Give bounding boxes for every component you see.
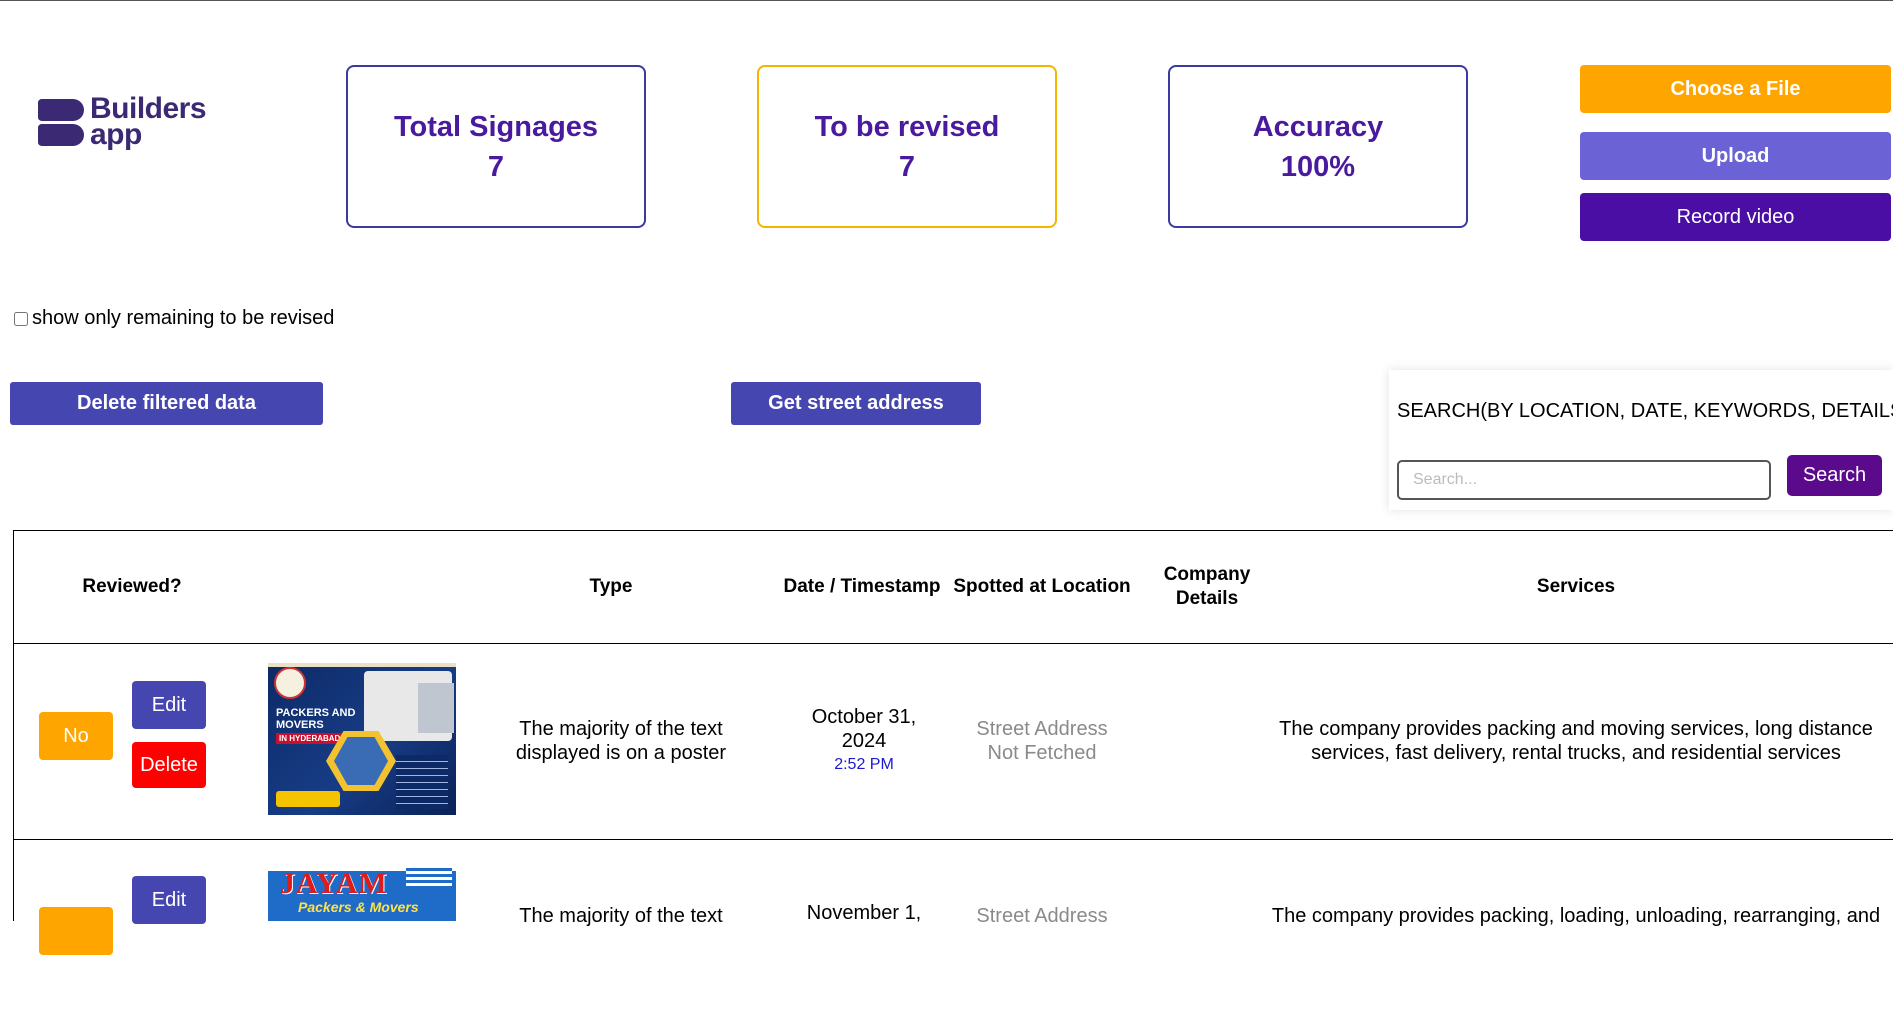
get-street-address-button[interactable]: Get street address <box>731 382 981 425</box>
stat-total-signages: Total Signages 7 <box>346 65 646 228</box>
location-cell: Street Address Not Fetched <box>976 718 1108 764</box>
stat-label: To be revised <box>814 110 1000 143</box>
signage-thumbnail[interactable]: PACKERS AND MOVERS IN HYDERABAD <box>268 663 456 815</box>
edit-button[interactable]: Edit <box>132 876 206 924</box>
thumbnail-title: PACKERS AND MOVERS <box>276 707 356 731</box>
reviewed-no-button[interactable] <box>39 907 113 955</box>
upload-button[interactable]: Upload <box>1580 132 1891 180</box>
search-input[interactable] <box>1397 460 1771 500</box>
remaining-filter-label: show only remaining to be revised <box>32 307 335 329</box>
record-video-button[interactable]: Record video <box>1580 193 1891 241</box>
table-header: Reviewed? Type Date / Timestamp Spotted … <box>14 531 1893 644</box>
header-reviewed: Reviewed? <box>82 576 182 597</box>
services-cell: The company provides packing, loading, u… <box>1271 905 1881 927</box>
type-cell: The majority of the text displayed is on… <box>515 718 727 764</box>
header-services: Services <box>1536 576 1616 597</box>
signage-table: Reviewed? Type Date / Timestamp Spotted … <box>13 530 1893 955</box>
date-cell: November 1, <box>806 902 922 924</box>
reviewed-no-button[interactable]: No <box>39 712 113 760</box>
thumbnail-subtitle: IN HYDERABAD <box>276 733 344 744</box>
search-button[interactable]: Search <box>1787 455 1882 496</box>
signage-thumbnail[interactable]: JAYAM Packers & Movers <box>268 861 456 921</box>
remaining-filter-checkbox[interactable] <box>14 311 28 326</box>
type-cell: The majority of the text <box>519 905 723 927</box>
builders-app-logo: Builders app <box>38 91 218 153</box>
thumbnail-subtitle: Packers & Movers <box>298 899 419 915</box>
stat-to-be-revised: To be revised 7 <box>757 65 1057 228</box>
header-type: Type <box>589 576 633 597</box>
logo-mark-icon <box>38 97 84 147</box>
search-title: SEARCH(BY LOCATION, DATE, KEYWORDS, DETA… <box>1397 400 1893 422</box>
company-cell <box>1132 643 1282 839</box>
stat-value: 100% <box>1280 150 1356 183</box>
services-cell: The company provides packing and moving … <box>1279 718 1873 764</box>
stat-value: 7 <box>898 150 916 183</box>
location-cell: Street Address <box>976 905 1108 927</box>
logo-text: Builders app <box>90 92 207 151</box>
time-text: 2:52 PM <box>834 756 894 773</box>
table-row: No Edit Delete PACKERS AND MOVERS IN HYD… <box>14 643 1893 840</box>
table-row: Edit JAYAM Packers & Movers The majority… <box>14 840 1893 1036</box>
stat-accuracy: Accuracy 100% <box>1168 65 1468 228</box>
thumbnail-title: JAYAM <box>280 867 388 900</box>
header-date: Date / Timestamp <box>783 576 941 597</box>
header-location: Spotted at Location <box>953 576 1131 597</box>
delete-filtered-data-button[interactable]: Delete filtered data <box>10 382 323 425</box>
stat-label: Total Signages <box>393 110 599 143</box>
remaining-filter[interactable]: show only remaining to be revised <box>14 307 334 330</box>
company-badge-icon <box>274 667 306 699</box>
search-panel: SEARCH(BY LOCATION, DATE, KEYWORDS, DETA… <box>1389 370 1893 510</box>
stat-label: Accuracy <box>1252 110 1384 143</box>
stat-value: 7 <box>487 150 505 183</box>
choose-file-button[interactable]: Choose a File <box>1580 65 1891 113</box>
date-cell: October 31, 2024 2:52 PM <box>774 643 954 839</box>
edit-button[interactable]: Edit <box>132 681 206 729</box>
delete-button[interactable]: Delete <box>132 742 206 788</box>
